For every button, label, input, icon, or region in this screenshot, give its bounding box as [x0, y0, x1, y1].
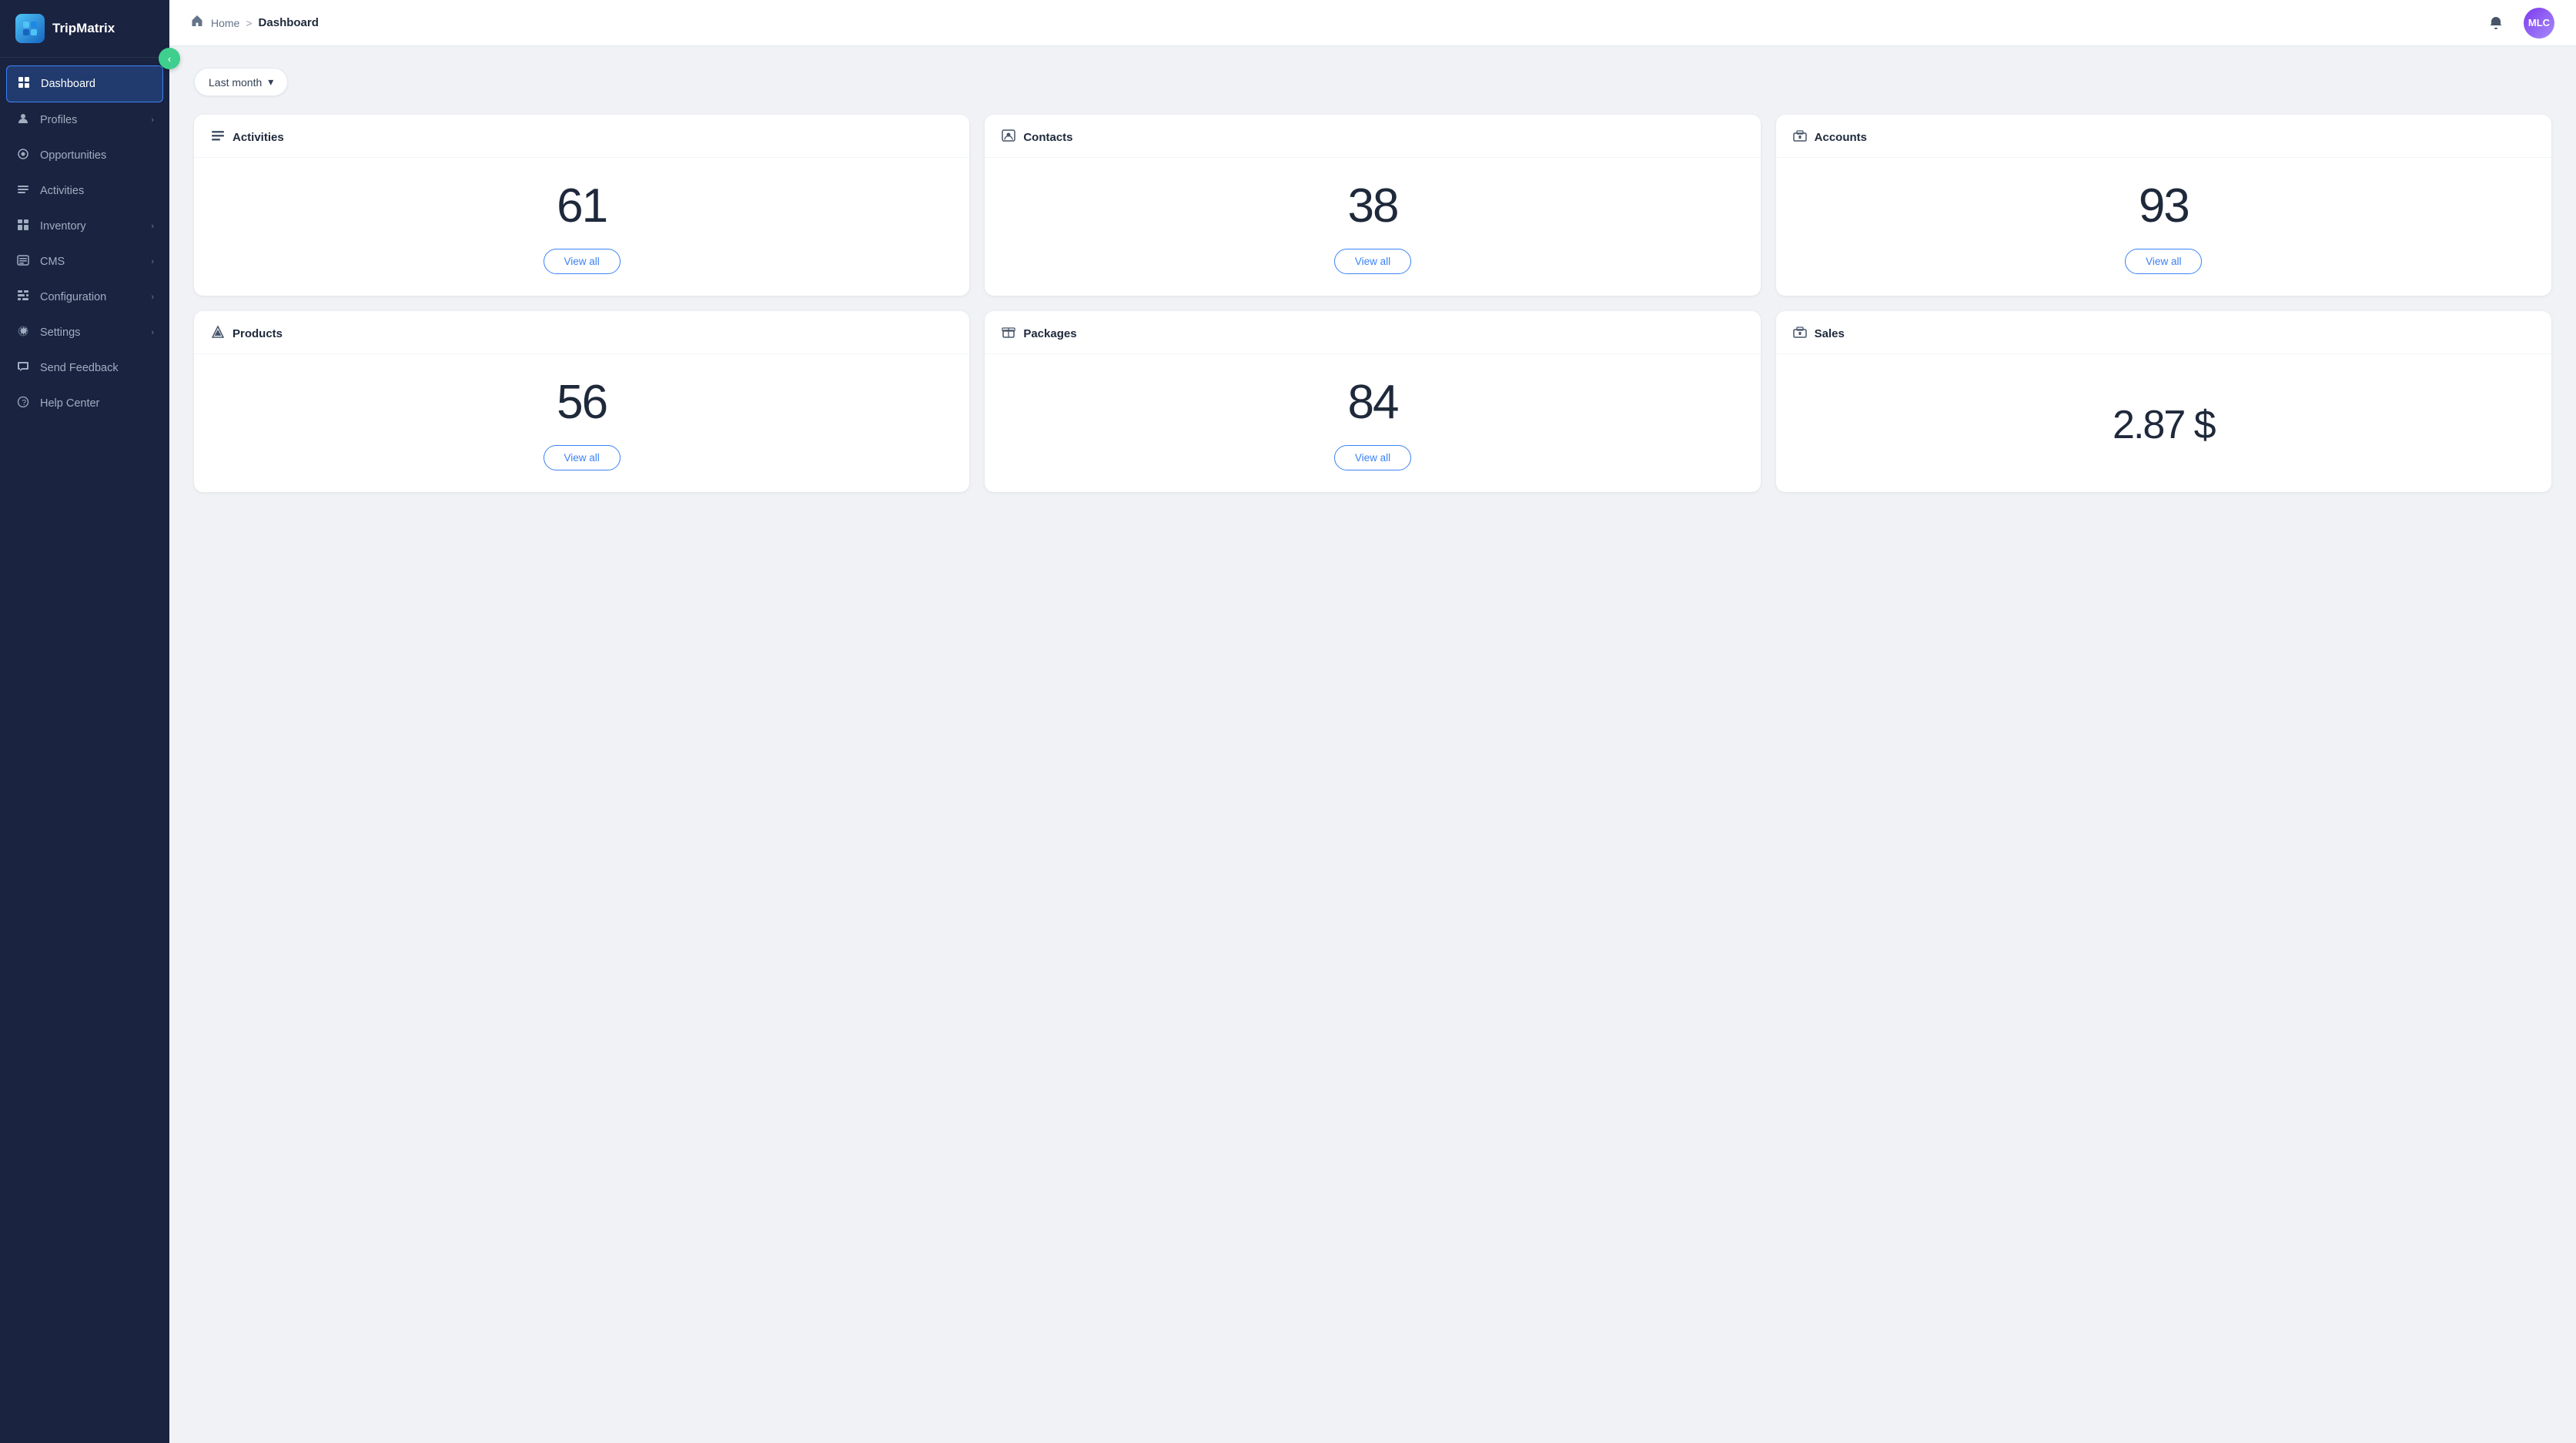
accounts-count: 93	[2139, 182, 2189, 230]
date-filter-button[interactable]: Last month ▾	[194, 68, 288, 96]
packages-card-icon	[1002, 325, 1015, 343]
sidebar-item-cms-label: CMS	[40, 256, 142, 268]
activities-card-icon	[211, 129, 225, 146]
main-content: Home > Dashboard MLC Last month ▾	[169, 0, 2576, 1443]
topbar: Home > Dashboard MLC	[169, 0, 2576, 46]
sidebar-item-profiles[interactable]: Profiles ›	[0, 102, 169, 138]
profiles-icon	[15, 112, 31, 128]
sidebar-item-opportunities-label: Opportunities	[40, 149, 154, 162]
sales-card-title: Sales	[1815, 327, 1845, 340]
send-feedback-icon	[15, 360, 31, 376]
sidebar-item-inventory-label: Inventory	[40, 220, 142, 233]
accounts-card: Accounts 93 View all	[1776, 115, 2551, 296]
cms-chevron-icon: ›	[151, 257, 154, 266]
breadcrumb: Home > Dashboard	[191, 15, 2474, 31]
topbar-right: MLC	[2482, 8, 2554, 39]
products-view-all-button[interactable]: View all	[544, 445, 621, 470]
help-center-icon: ?	[15, 396, 31, 411]
sidebar-item-help-center[interactable]: ? Help Center	[0, 386, 169, 421]
sidebar-item-dashboard-label: Dashboard	[41, 78, 153, 90]
notifications-button[interactable]	[2482, 9, 2510, 37]
accounts-card-header: Accounts	[1776, 115, 2551, 158]
contacts-card-header: Contacts	[985, 115, 1760, 158]
packages-card-title: Packages	[1023, 327, 1076, 340]
packages-card-header: Packages	[985, 311, 1760, 354]
inventory-icon	[15, 219, 31, 234]
sidebar-item-cms[interactable]: CMS ›	[0, 244, 169, 280]
sidebar-item-configuration[interactable]: Configuration ›	[0, 280, 169, 315]
inventory-chevron-icon: ›	[151, 222, 154, 231]
activities-count: 61	[557, 182, 607, 230]
svg-text:?: ?	[22, 399, 27, 407]
activities-card-header: Activities	[194, 115, 969, 158]
packages-card-body: 84 View all	[985, 354, 1760, 492]
filter-chevron-icon: ▾	[268, 75, 273, 89]
accounts-card-title: Accounts	[1815, 131, 1867, 144]
products-card-icon	[211, 325, 225, 343]
activities-card-title: Activities	[233, 131, 284, 144]
sales-card-body: 2.87 $	[1776, 354, 2551, 492]
opportunities-icon	[15, 148, 31, 163]
sales-card-header: Sales	[1776, 311, 2551, 354]
app-logo: TripMatrix	[0, 0, 169, 58]
sidebar-item-dashboard[interactable]: Dashboard	[6, 65, 163, 102]
sidebar-item-send-feedback[interactable]: Send Feedback	[0, 350, 169, 386]
configuration-chevron-icon: ›	[151, 293, 154, 302]
app-name: TripMatrix	[52, 21, 115, 36]
contacts-view-all-button[interactable]: View all	[1334, 249, 1411, 274]
sidebar-item-settings-label: Settings	[40, 326, 142, 339]
breadcrumb-home: Home	[211, 17, 239, 29]
sidebar-item-profiles-label: Profiles	[40, 114, 142, 126]
sidebar-item-activities-label: Activities	[40, 185, 154, 197]
sidebar-item-activities[interactable]: Activities	[0, 173, 169, 209]
sidebar-item-configuration-label: Configuration	[40, 291, 142, 303]
user-avatar[interactable]: MLC	[2524, 8, 2554, 39]
products-count: 56	[557, 379, 607, 427]
sidebar-item-opportunities[interactable]: Opportunities	[0, 138, 169, 173]
sales-card: Sales 2.87 $	[1776, 311, 2551, 492]
packages-count: 84	[1348, 379, 1398, 427]
accounts-view-all-button[interactable]: View all	[2125, 249, 2202, 274]
sales-value: 2.87 $	[2113, 405, 2215, 445]
configuration-icon	[15, 290, 31, 305]
contacts-card: Contacts 38 View all	[985, 115, 1760, 296]
breadcrumb-separator: >	[246, 17, 252, 29]
home-icon	[191, 15, 203, 31]
breadcrumb-current: Dashboard	[259, 16, 319, 29]
logo-icon	[15, 14, 45, 43]
packages-view-all-button[interactable]: View all	[1334, 445, 1411, 470]
contacts-count: 38	[1348, 182, 1398, 230]
filter-label: Last month	[209, 76, 262, 89]
page-content: Last month ▾ Activities	[169, 46, 2576, 1443]
settings-icon	[15, 325, 31, 340]
products-card-title: Products	[233, 327, 283, 340]
stats-grid: Activities 61 View all	[194, 115, 2551, 492]
dashboard-icon	[16, 76, 32, 92]
activities-card: Activities 61 View all	[194, 115, 969, 296]
contacts-card-body: 38 View all	[985, 158, 1760, 296]
contacts-card-title: Contacts	[1023, 131, 1072, 144]
packages-card: Packages 84 View all	[985, 311, 1760, 492]
products-card-body: 56 View all	[194, 354, 969, 492]
sidebar-item-help-center-label: Help Center	[40, 397, 154, 410]
activities-card-body: 61 View all	[194, 158, 969, 296]
sales-card-icon	[1793, 325, 1807, 343]
sidebar: TripMatrix ‹ Dashboard Profiles	[0, 0, 169, 1443]
sidebar-toggle-button[interactable]: ‹	[159, 48, 180, 69]
sidebar-item-send-feedback-label: Send Feedback	[40, 362, 154, 374]
products-card: Products 56 View all	[194, 311, 969, 492]
accounts-card-icon	[1793, 129, 1807, 146]
profiles-chevron-icon: ›	[151, 116, 154, 125]
products-card-header: Products	[194, 311, 969, 354]
filter-bar: Last month ▾	[194, 68, 2551, 96]
accounts-card-body: 93 View all	[1776, 158, 2551, 296]
settings-chevron-icon: ›	[151, 328, 154, 337]
cms-icon	[15, 254, 31, 270]
activities-icon	[15, 183, 31, 199]
activities-view-all-button[interactable]: View all	[544, 249, 621, 274]
contacts-card-icon	[1002, 129, 1015, 146]
sidebar-item-inventory[interactable]: Inventory ›	[0, 209, 169, 244]
sidebar-item-settings[interactable]: Settings ›	[0, 315, 169, 350]
sidebar-nav: Dashboard Profiles › Opportunities	[0, 58, 169, 1443]
